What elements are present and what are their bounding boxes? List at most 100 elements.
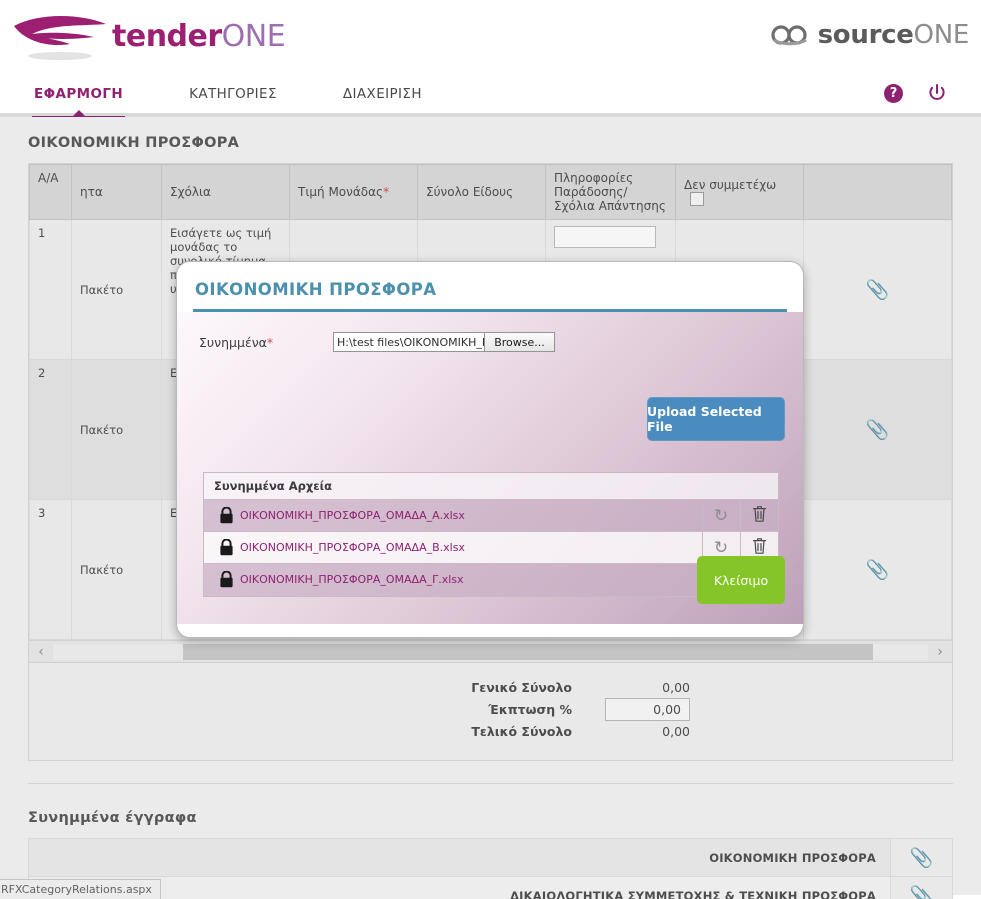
refresh-icon[interactable]: ↻ <box>714 506 728 526</box>
document-attach-cell[interactable]: 📎 <box>890 876 953 899</box>
scrollbar-thumb[interactable] <box>183 643 873 660</box>
scroll-left-arrow-icon[interactable]: ‹ <box>29 644 53 660</box>
col-unit-price: Τιμή Μονάδας* <box>289 164 418 220</box>
modal-title: ΟΙΚΟΝΟΜΙΚΗ ΠΡΟΣΦΟΡΑ <box>195 280 437 299</box>
col-unit-price-label: Τιμή Μονάδας <box>298 185 384 199</box>
cell-attachment[interactable]: 📎 <box>803 219 952 360</box>
paperclip-icon[interactable]: 📎 <box>866 279 890 301</box>
list-item: ΟΙΚΟΝΟΜΙΚΗ ΠΡΟΣΦΟΡΑ 📎 <box>28 838 953 877</box>
refresh-icon[interactable]: ↻ <box>714 538 728 558</box>
close-modal-button[interactable]: Κλείσιμο <box>697 556 785 604</box>
totals-panel: Γενικό Σύνολο 0,00 Έκπτωση % 0,00 Τελικό… <box>28 663 953 761</box>
attached-files-table: ΟΙΚΟΝΟΜΙΚΗ_ΠΡΟΣΦΟΡΑ_ΟΜΑΔΑ_Α.xlsx ↻ ΟΙΚΟΝ… <box>204 499 778 596</box>
discount-label: Έκπτωση % <box>488 702 572 717</box>
paperclip-icon[interactable]: 📎 <box>910 847 934 869</box>
modal-header: ΟΙΚΟΝΟΜΙΚΗ ΠΡΟΣΦΟΡΑ <box>177 262 803 299</box>
file-lock-cell <box>204 499 240 532</box>
attached-files-header: Συνημμένα Αρχεία <box>204 473 778 499</box>
main-navbar: ΕΦΑΡΜΟΓΗ ΚΑΤΗΓΟΡΙΕΣ ΔΙΑΧΕΙΡΙΣΗ ? <box>0 72 981 120</box>
logo-tender-text: tender <box>112 18 222 54</box>
file-delete-cell[interactable] <box>739 499 778 532</box>
attachments-title: Συνημμένα έγγραφα <box>28 810 197 826</box>
cell-aa: 2 <box>29 359 72 500</box>
col-not-participating-label: Δεν συμμετέχω <box>684 177 777 192</box>
attached-files-panel: Συνημμένα Αρχεία ΟΙΚΟΝΟΜΙΚΗ_ΠΡΟΣΦΟΡΑ_ΟΜΑ… <box>203 472 779 597</box>
tenderone-logo[interactable]: tenderONE <box>12 10 286 62</box>
document-attach-cell[interactable]: 📎 <box>890 838 953 877</box>
required-mark: * <box>383 185 390 199</box>
paperclip-icon[interactable]: 📎 <box>866 559 890 581</box>
nav-item-efarmogi[interactable]: ΕΦΑΡΜΟΓΗ <box>31 72 126 120</box>
paperclip-icon[interactable]: 📎 <box>866 419 890 441</box>
not-participating-header-checkbox[interactable] <box>690 192 704 207</box>
lock-icon <box>220 507 233 524</box>
nav-item-katigories[interactable]: ΚΑΤΗΓΟΡΙΕΣ <box>189 72 277 102</box>
attachments-modal: ΟΙΚΟΝΟΜΙΚΗ ΠΡΟΣΦΟΡΑ Συνημμένα* H:\test f… <box>176 261 804 638</box>
documents-table: ΟΙΚΟΝΟΜΙΚΗ ΠΡΟΣΦΟΡΑ 📎 ΔΙΚΑΙΟΛΟΓΗΤΙΚΑ ΣΥΜ… <box>28 838 953 899</box>
file-path-input[interactable]: H:\test files\ΟΙΚΟΝΟΜΙΚΗ_ΠΡΟΣ( <box>334 333 484 351</box>
delivery-info-input[interactable] <box>554 226 656 248</box>
logo-wordmark: tenderONE <box>112 18 286 54</box>
total-final-value: 0,00 <box>662 724 690 739</box>
nav-item-diaxeirisi[interactable]: ΔΙΑΧΕΙΡΙΣΗ <box>343 72 422 102</box>
file-name-link[interactable]: ΟΙΚΟΝΟΜΙΚΗ_ΠΡΟΣΦΟΡΑ_ΟΜΑΔΑ_Α.xlsx <box>240 499 702 532</box>
total-final-row: Τελικό Σύνολο 0,00 <box>29 724 952 739</box>
source-one-text: ONE <box>913 20 970 50</box>
sourceone-logo: sourceONE <box>768 20 969 50</box>
lock-icon <box>220 571 233 588</box>
file-name-link[interactable]: ΟΙΚΟΝΟΜΙΚΗ_ΠΡΟΣΦΟΡΑ_ΟΜΑΔΑ_Β.xlsx <box>240 531 702 564</box>
upload-selected-file-button[interactable]: Upload Selected File <box>647 397 785 441</box>
document-label: ΟΙΚΟΝΟΜΙΚΗ ΠΡΟΣΦΟΡΑ <box>28 838 891 877</box>
sourceone-wordmark: sourceONE <box>817 20 970 50</box>
infinity-icon <box>771 25 807 46</box>
table-row: ΟΙΚΟΝΟΜΙΚΗ_ΠΡΟΣΦΟΡΑ_ΟΜΑΔΑ_Β.xlsx ↻ <box>204 531 778 564</box>
attachment-field-label: Συνημμένα* <box>199 335 333 350</box>
file-lock-cell <box>204 563 240 596</box>
attachment-field-row: Συνημμένα* H:\test files\ΟΙΚΟΝΟΜΙΚΗ_ΠΡΟΣ… <box>177 312 803 352</box>
table-row: ΟΙΚΟΝΟΜΙΚΗ_ΠΡΟΣΦΟΡΑ_ΟΜΑΔΑ_Γ.xlsx ↻ <box>204 563 778 596</box>
modal-body: Συνημμένα* H:\test files\ΟΙΚΟΝΟΜΙΚΗ_ΠΡΟΣ… <box>177 312 803 624</box>
total-gross-row: Γενικό Σύνολο 0,00 <box>29 680 952 695</box>
cell-item: Πακέτο <box>71 359 162 500</box>
col-attachment <box>803 164 952 220</box>
lock-icon <box>220 539 233 556</box>
file-picker[interactable]: H:\test files\ΟΙΚΟΝΟΜΙΚΗ_ΠΡΟΣ( Browse... <box>333 332 555 352</box>
browser-status-bar: RFXCategoryRelations.aspx <box>0 879 161 899</box>
file-name-link[interactable]: ΟΙΚΟΝΟΜΙΚΗ_ΠΡΟΣΦΟΡΑ_ΟΜΑΔΑ_Γ.xlsx <box>240 563 702 596</box>
attachment-field-label-text: Συνημμένα <box>199 334 267 350</box>
trash-icon[interactable] <box>752 505 767 523</box>
cell-attachment[interactable]: 📎 <box>803 359 952 500</box>
source-text: source <box>817 20 914 50</box>
trash-icon[interactable] <box>752 537 767 555</box>
logo-one-text: ONE <box>221 18 286 54</box>
scrollbar-track[interactable] <box>53 643 928 660</box>
col-aa: Α/Α <box>29 164 72 220</box>
discount-row: Έκπτωση % 0,00 <box>29 698 952 721</box>
cell-item: Πακέτο <box>71 499 162 640</box>
file-lock-cell <box>204 531 240 564</box>
power-icon[interactable] <box>927 83 947 103</box>
table-row: ΟΙΚΟΝΟΜΙΚΗ_ΠΡΟΣΦΟΡΑ_ΟΜΑΔΑ_Α.xlsx ↻ <box>204 499 778 532</box>
browse-button[interactable]: Browse... <box>484 333 554 351</box>
total-gross-value: 0,00 <box>662 680 690 695</box>
paperclip-icon[interactable]: 📎 <box>910 885 934 899</box>
total-final-label: Τελικό Σύνολο <box>471 724 572 739</box>
logo-swoosh-icon <box>14 16 106 60</box>
col-line-total: Σύνολο Είδους <box>417 164 546 220</box>
cell-aa: 1 <box>29 219 72 360</box>
help-icon[interactable]: ? <box>884 83 903 103</box>
cell-aa: 3 <box>29 499 72 640</box>
col-not-participating: Δεν συμμετέχω <box>675 164 804 220</box>
file-refresh-cell[interactable]: ↻ <box>701 499 740 532</box>
nav-item-list: ΕΦΑΡΜΟΓΗ ΚΑΤΗΓΟΡΙΕΣ ΔΙΑΧΕΙΡΙΣΗ <box>0 72 981 120</box>
col-comments: Σχόλια <box>161 164 290 220</box>
cell-item: Πακέτο <box>71 219 162 360</box>
col-delivery-info: Πληροφορίες Παράδοσης/Σχόλια Απάντησης <box>545 164 676 220</box>
page-title: ΟΙΚΟΝΟΜΙΚΗ ΠΡΟΣΦΟΡΑ <box>28 135 240 151</box>
cell-attachment[interactable]: 📎 <box>803 499 952 640</box>
discount-input[interactable]: 0,00 <box>605 698 690 721</box>
scroll-right-arrow-icon[interactable]: › <box>928 644 952 660</box>
total-gross-label: Γενικό Σύνολο <box>471 680 572 695</box>
grid-horizontal-scrollbar[interactable]: ‹ › <box>28 641 953 663</box>
app-header: tenderONE sourceONE <box>0 0 981 72</box>
